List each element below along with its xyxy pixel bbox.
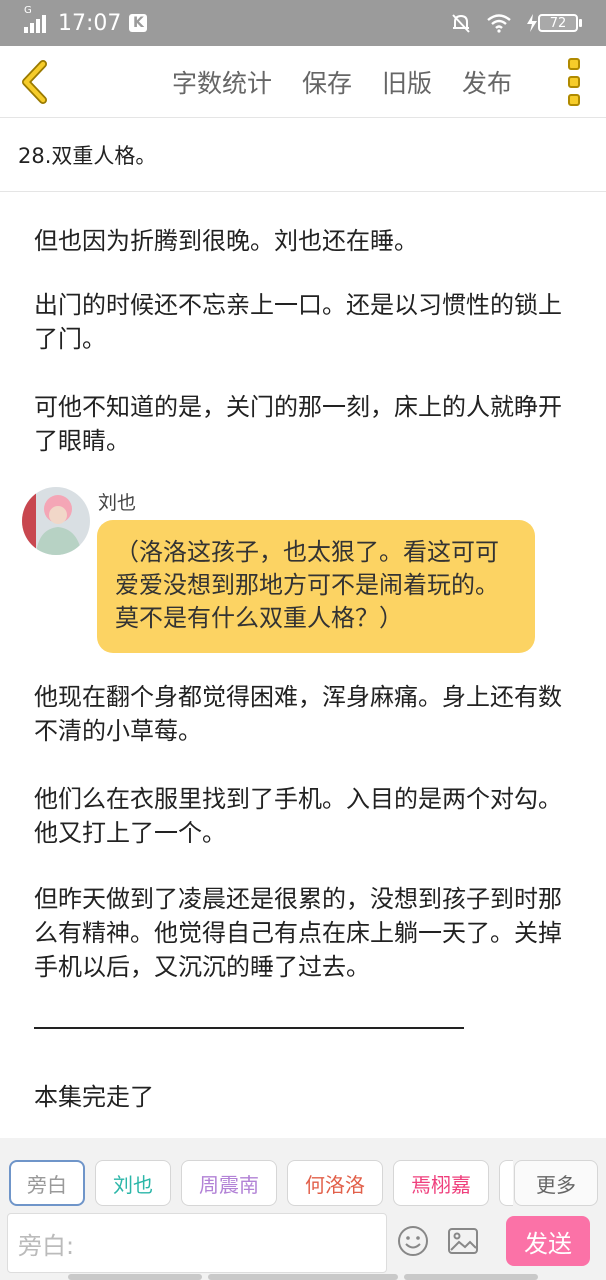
avatar[interactable] — [22, 487, 90, 555]
nav-handle — [208, 1274, 398, 1280]
battery-level: 72 — [538, 14, 578, 32]
battery-icon: 72 — [526, 14, 582, 32]
back-button[interactable] — [14, 58, 54, 106]
dialogue-bubble[interactable]: （洛洛这孩子，也太狠了。看这可可爱爱没想到那地方可不是闹着玩的。莫不是有什么双重… — [97, 520, 535, 653]
composer-bar: 旁白 刘也 周震南 何洛洛 焉栩嘉 更多 旁白: 发送 — [0, 1138, 606, 1280]
menu-dot-icon — [568, 58, 580, 70]
cellular-signal-icon: G — [24, 5, 46, 33]
avatar-image — [22, 487, 90, 555]
role-chip-label: 旁白 — [27, 1172, 67, 1197]
more-roles-button[interactable]: 更多 — [514, 1160, 598, 1206]
save-button[interactable]: 保存 — [302, 64, 352, 100]
story-paragraph[interactable]: 本集完走了 — [34, 1080, 579, 1114]
speaker-name: 刘也 — [98, 492, 137, 514]
word-count-button[interactable]: 字数统计 — [172, 64, 272, 100]
role-chip-zhou-zhennan[interactable]: 周震南 — [181, 1160, 277, 1206]
more-roles-label: 更多 — [536, 1172, 576, 1197]
emoji-button[interactable] — [396, 1224, 430, 1258]
menu-dot-icon — [568, 76, 580, 88]
more-options-button[interactable] — [562, 56, 586, 108]
role-chip-narrator[interactable]: 旁白 — [9, 1160, 85, 1206]
role-chip-label: 刘也 — [113, 1172, 153, 1197]
editor-toolbar: 字数统计 保存 旧版 发布 — [0, 46, 606, 118]
role-chip-partial[interactable] — [499, 1160, 513, 1206]
chevron-left-icon — [22, 60, 47, 104]
wifi-icon — [487, 14, 511, 33]
story-paragraph[interactable]: 可他不知道的是，关门的那一刻，床上的人就睁开了眼睛。 — [34, 390, 579, 458]
story-paragraph[interactable]: 但昨天做到了凌晨还是很累的，没想到孩子到时那么有精神。他觉得自己有点在床上躺一天… — [34, 882, 579, 984]
charging-bolt-icon — [527, 14, 537, 32]
image-icon — [448, 1228, 478, 1254]
message-input-placeholder: 旁白: — [18, 1231, 75, 1260]
mute-bell-icon — [452, 14, 470, 33]
message-input[interactable]: 旁白: — [7, 1213, 387, 1273]
notification-app-icon: K — [129, 14, 148, 32]
nav-handle — [404, 1274, 538, 1280]
emoji-icon — [398, 1226, 428, 1256]
status-time: 17:07 — [58, 10, 122, 36]
divider-line — [34, 1027, 464, 1029]
story-content: 但也因为折腾到很晚。刘也还在睡。 出门的时候还不忘亲上一口。还是以习惯性的锁上了… — [0, 192, 606, 1138]
image-button[interactable] — [446, 1224, 480, 1258]
story-paragraph[interactable]: 出门的时候还不忘亲上一口。还是以习惯性的锁上了门。 — [34, 288, 579, 356]
menu-dot-icon — [568, 94, 580, 106]
story-paragraph[interactable]: 他现在翻个身都觉得困难，浑身麻痛。身上还有数不清的小草莓。 — [34, 680, 579, 748]
role-chip-yan-xujia[interactable]: 焉栩嘉 — [393, 1160, 489, 1206]
story-paragraph[interactable]: 他们么在衣服里找到了手机。入目的是两个对勾。他又打上了一个。 — [34, 782, 579, 850]
nav-handle — [68, 1274, 202, 1280]
network-type: G — [24, 5, 32, 16]
status-bar: G 17:07 K 72 — [0, 0, 606, 46]
role-chip-he-luoluo[interactable]: 何洛洛 — [287, 1160, 383, 1206]
role-chip-label: 周震南 — [199, 1172, 259, 1197]
publish-button[interactable]: 发布 — [462, 64, 512, 100]
chapter-title[interactable]: 28.双重人格。 — [0, 118, 606, 192]
old-version-button[interactable]: 旧版 — [382, 64, 432, 100]
story-paragraph[interactable]: 但也因为折腾到很晚。刘也还在睡。 — [34, 224, 579, 258]
role-chip-label: 焉栩嘉 — [411, 1172, 471, 1197]
role-chip-label: 何洛洛 — [305, 1172, 365, 1197]
send-button[interactable]: 发送 — [506, 1216, 590, 1266]
role-chip-liu-ye[interactable]: 刘也 — [95, 1160, 171, 1206]
